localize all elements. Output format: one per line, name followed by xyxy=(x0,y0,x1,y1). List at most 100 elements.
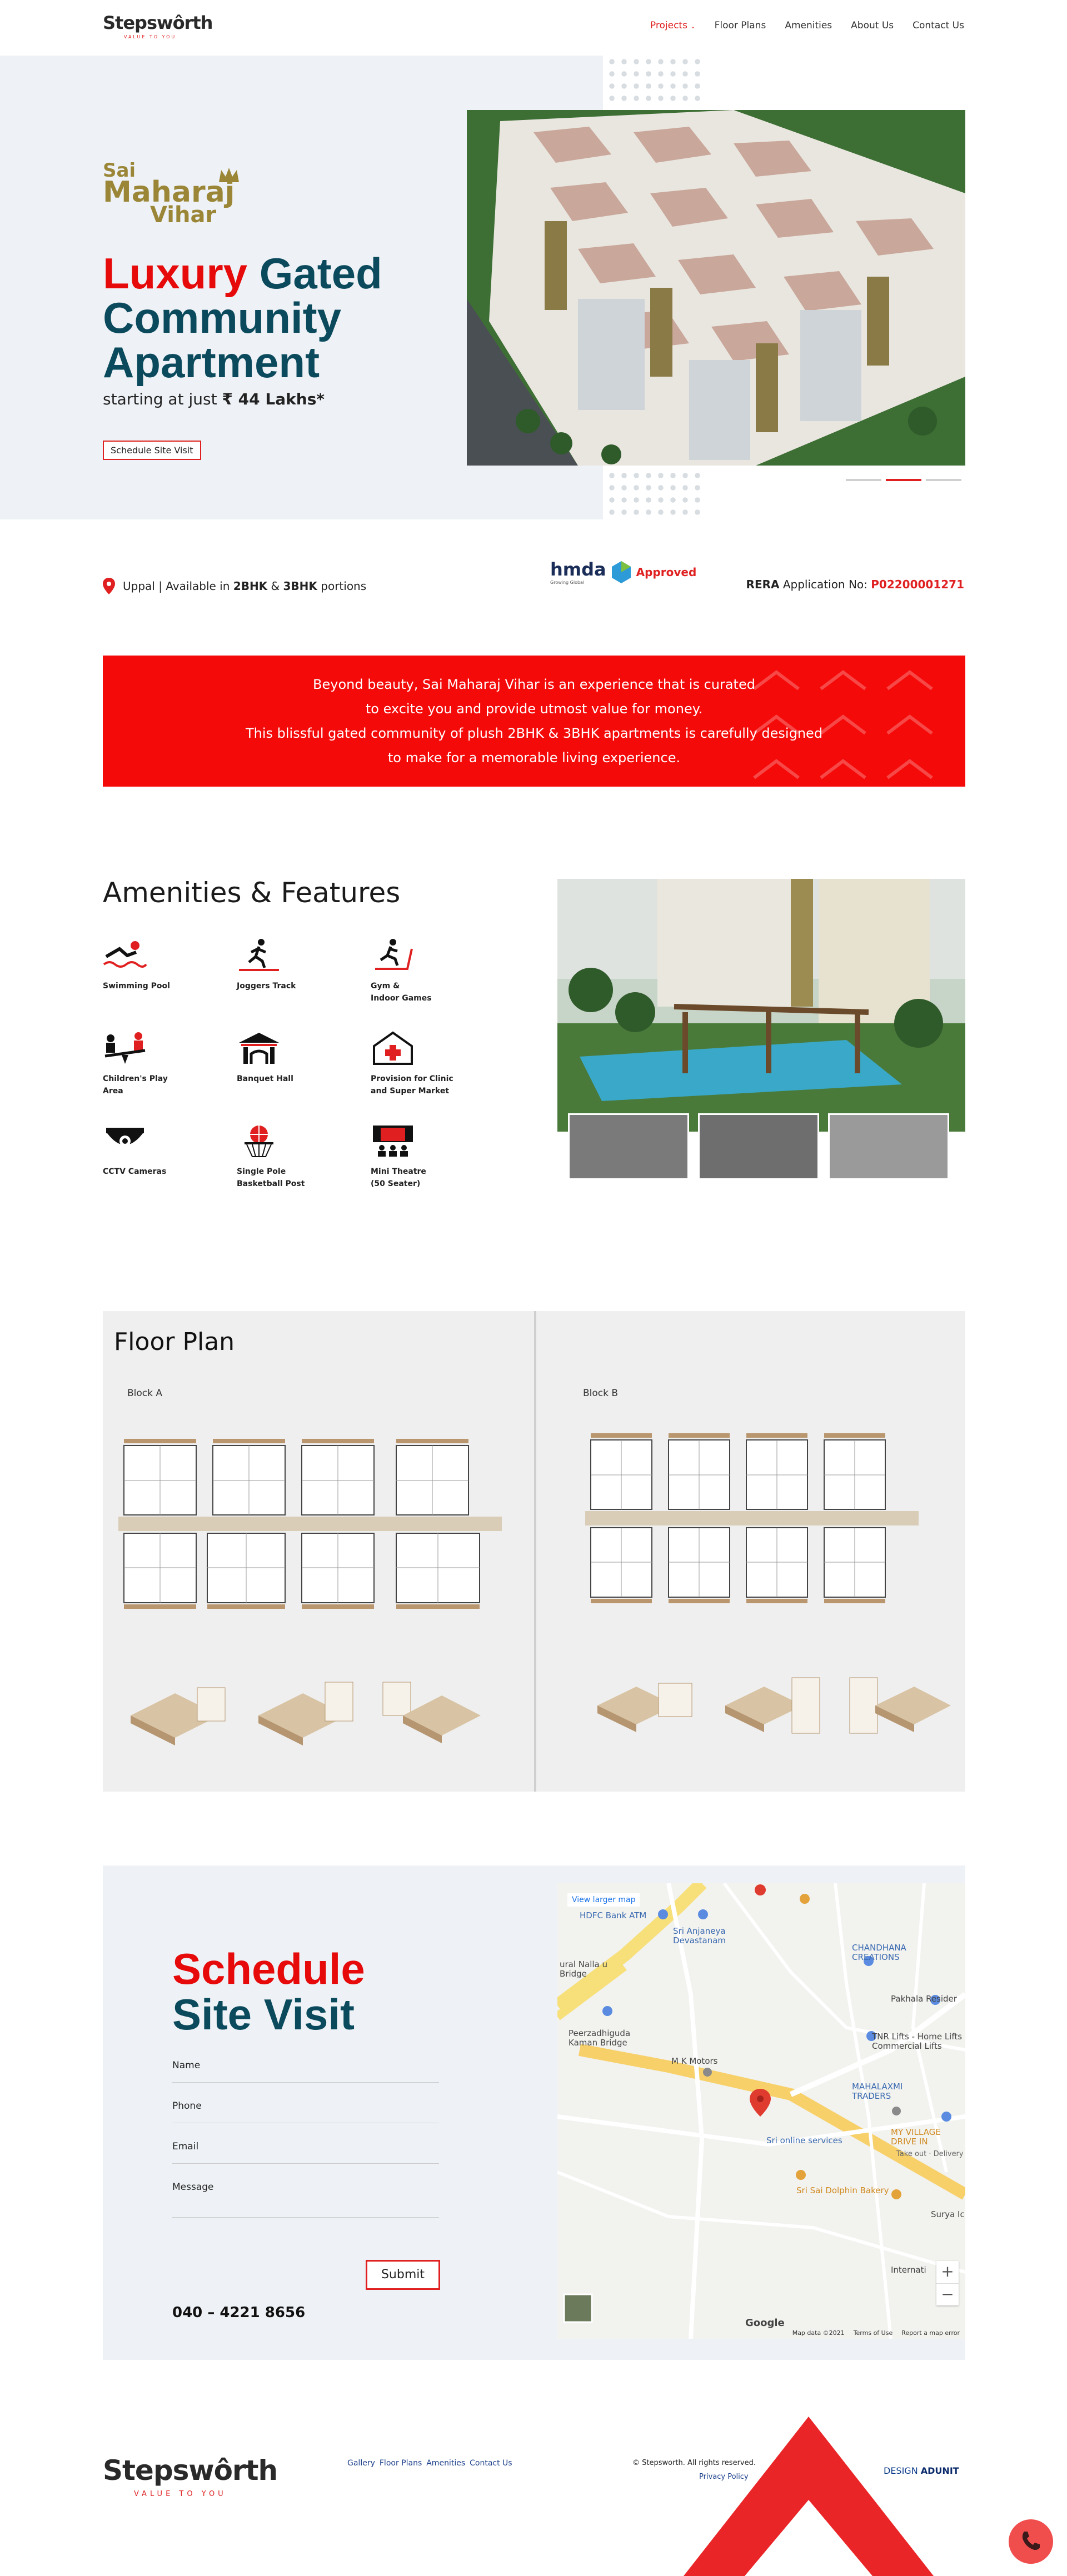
location-pin-icon xyxy=(103,578,115,594)
phone-icon xyxy=(1022,2532,1040,2550)
playground-thumbnail[interactable] xyxy=(698,1113,819,1180)
chevron-decoration xyxy=(684,2417,934,2576)
design-brand: ADUNIT xyxy=(920,2465,959,2476)
name-field[interactable]: Name xyxy=(172,2060,439,2083)
banner-line: to make for a memorable living experienc… xyxy=(387,750,681,766)
bhk-2: 2BHK xyxy=(233,579,268,593)
block-b-iso-views xyxy=(592,1672,953,1744)
hero-subtitle: starting at just ₹ 44 Lakhs* xyxy=(103,390,325,408)
iso-plan-2bhk[interactable] xyxy=(125,1677,231,1749)
slider-dot-active[interactable] xyxy=(886,479,921,481)
footer-link-gallery[interactable]: Gallery xyxy=(347,2459,375,2468)
map-label: Take out · Delivery xyxy=(896,2150,964,2158)
banner-line: to excite you and provide utmost value f… xyxy=(365,701,703,717)
amenity-label: Mini Theatre (50 Seater) xyxy=(371,1167,426,1188)
chevron-down-icon: ⌄ xyxy=(690,23,696,30)
iso-plan-unit[interactable] xyxy=(381,1677,486,1749)
amenities-photo xyxy=(557,879,965,1132)
slider-dot[interactable] xyxy=(846,479,881,481)
map-label: Internati xyxy=(891,2265,926,2275)
site-logo[interactable]: Stepswôrth VALUE TO YOU xyxy=(103,12,213,39)
amenity-label: Gym & Indoor Games xyxy=(371,982,432,1003)
site-header: Stepswôrth VALUE TO YOU Projects ⌄ Floor… xyxy=(0,0,1067,56)
amenity-label: CCTV Cameras xyxy=(103,1167,167,1176)
map-label: ural Nalla u Bridge xyxy=(560,1959,608,1979)
amenity-clinic: Provision for Clinic and Super Market xyxy=(371,1031,471,1097)
intro-banner: Beyond beauty, Sai Maharaj Vihar is an e… xyxy=(103,656,965,787)
email-field[interactable]: Email xyxy=(172,2141,439,2164)
terms-link[interactable]: Terms of Use xyxy=(854,2329,893,2337)
main-nav: Projects ⌄ Floor Plans Amenities About U… xyxy=(650,20,964,31)
project-logo: Sai Maharaj Vihar xyxy=(103,161,235,226)
map-label: CHANDHANA CREATIONS xyxy=(852,1943,906,1962)
iso-plan-b2[interactable] xyxy=(720,1672,825,1744)
hero-subtitle-text: starting at just xyxy=(103,390,222,408)
designer-credit[interactable]: DESIGN ADUNIT xyxy=(884,2465,959,2476)
footer-link-floor-plans[interactable]: Floor Plans xyxy=(380,2459,422,2468)
rera-info: RERA Application No: P02200001271 xyxy=(746,578,964,591)
slider-dot[interactable] xyxy=(926,479,961,481)
gym-thumbnail[interactable] xyxy=(568,1113,689,1180)
contact-phone: 040 – 4221 8656 xyxy=(172,2304,306,2321)
message-field[interactable]: Message xyxy=(172,2182,439,2218)
hero-title-highlight: Luxury xyxy=(103,249,248,298)
amenity-label: Banquet Hall xyxy=(237,1074,293,1083)
nav-amenities[interactable]: Amenities xyxy=(785,20,832,31)
design-prefix: DESIGN xyxy=(884,2465,921,2476)
basketball-icon xyxy=(245,1126,273,1157)
floor-plan-section: Floor Plan Block A Block B xyxy=(103,1311,965,1792)
footer-logo[interactable]: Stepswôrth VALUE TO YOU xyxy=(103,2454,278,2498)
nav-floor-plans[interactable]: Floor Plans xyxy=(715,20,766,31)
seesaw-icon xyxy=(104,1032,146,1064)
crown-icon xyxy=(219,168,239,182)
amenity-label: Joggers Track xyxy=(237,982,296,991)
hero-price: ₹ 44 Lakhs* xyxy=(222,390,325,408)
block-b-label: Block B xyxy=(583,1388,619,1399)
amenity-label: Single Pole Basketball Post xyxy=(237,1167,305,1188)
rera-text: Application No: xyxy=(779,578,871,591)
amenities-title: Amenities & Features xyxy=(103,877,401,909)
iso-plan-b1[interactable] xyxy=(592,1672,697,1744)
view-larger-map-link[interactable]: View larger map xyxy=(567,1893,640,1907)
map-label: MY VILLAGE DRIVE IN xyxy=(891,2127,941,2147)
footer-link-contact[interactable]: Contact Us xyxy=(470,2459,512,2468)
banner-line: Beyond beauty, Sai Maharaj Vihar is an e… xyxy=(313,677,755,692)
schedule-title-red: Schedule xyxy=(172,1944,365,1993)
map-data-text: Map data ©2021 xyxy=(792,2329,845,2337)
map-label: Pakhala Resider xyxy=(891,1994,957,2004)
location-prefix: Uppal | Available in xyxy=(123,579,233,593)
schedule-visit-button[interactable]: Schedule Site Visit xyxy=(103,441,201,460)
block-a-iso-views xyxy=(125,1677,486,1749)
report-error-link[interactable]: Report a map error xyxy=(901,2329,960,2337)
footer-link-amenities[interactable]: Amenities xyxy=(426,2459,465,2468)
block-b-plan[interactable] xyxy=(585,1433,919,1605)
location-map[interactable]: View larger map HDFC Bank ATM Sri Anjane… xyxy=(557,1883,965,2339)
map-zoom-control: + − xyxy=(936,2261,959,2305)
map-label: HDFC Bank ATM xyxy=(580,1910,647,1920)
block-a-plan[interactable] xyxy=(118,1439,502,1611)
map-label: Sri online services xyxy=(766,2135,842,2145)
nav-about-us[interactable]: About Us xyxy=(851,20,894,31)
iso-plan-b3[interactable] xyxy=(847,1672,953,1744)
amenity-theatre: Mini Theatre (50 Seater) xyxy=(371,1123,471,1190)
location-text: Uppal | Available in 2BHK & 3BHK portion… xyxy=(123,579,366,593)
zoom-out-button[interactable]: − xyxy=(936,2283,959,2305)
call-button[interactable] xyxy=(1009,2519,1053,2564)
submit-button[interactable]: Submit xyxy=(366,2260,440,2290)
hmda-logo-text: hmda xyxy=(550,559,606,580)
schedule-title: Schedule Site Visit xyxy=(172,1946,365,2037)
hmda-emblem-icon xyxy=(611,561,631,583)
amp: & xyxy=(267,579,283,593)
phone-field[interactable]: Phone xyxy=(172,2100,439,2123)
amenity-thumbnails xyxy=(568,1113,949,1180)
nav-projects[interactable]: Projects ⌄ xyxy=(650,20,696,31)
nav-contact-us[interactable]: Contact Us xyxy=(913,20,964,31)
hero-slider-dots xyxy=(846,479,961,481)
cctv-icon xyxy=(106,1128,144,1147)
clinic-icon xyxy=(373,1031,413,1065)
zoom-in-button[interactable]: + xyxy=(936,2261,959,2283)
banner-text: Beyond beauty, Sai Maharaj Vihar is an e… xyxy=(103,672,965,770)
hall-thumbnail[interactable] xyxy=(828,1113,949,1180)
iso-plan-3bhk[interactable] xyxy=(253,1677,358,1749)
hmda-logo: hmda Growing Global xyxy=(550,559,606,585)
